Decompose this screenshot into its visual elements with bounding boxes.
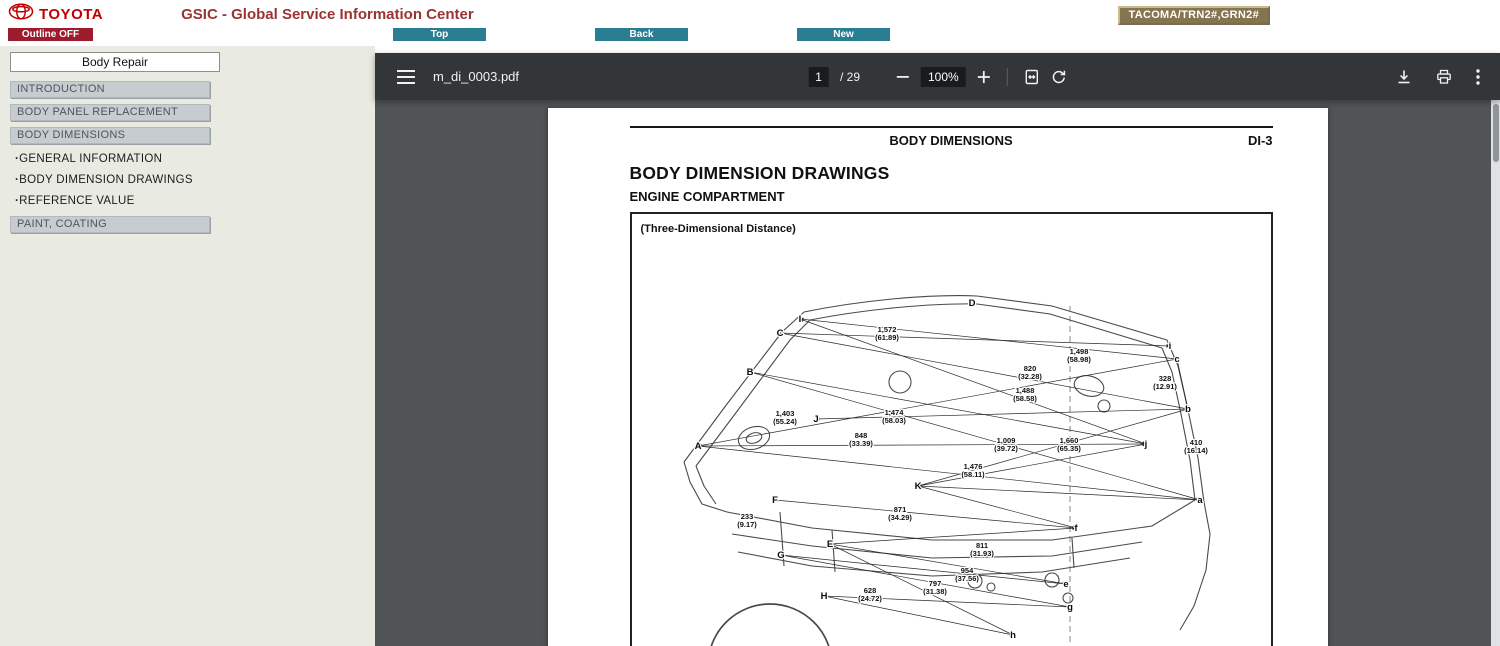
sidebar-item-paint-coating[interactable]: PAINT, COATING [10, 216, 210, 233]
measure-point-label: a [1197, 495, 1203, 506]
dimension-line [799, 317, 1177, 361]
section-subtitle: ENGINE COMPARTMENT [629, 189, 785, 204]
sidebar-item-body-panel-replacement[interactable]: BODY PANEL REPLACEMENT [10, 104, 210, 121]
dimension-label: 1,403 (55.24) [773, 409, 797, 426]
measure-point-label: F [772, 495, 778, 506]
dimension-line [829, 542, 1066, 586]
dimension-label: 811 (31.93) [970, 541, 994, 558]
sidebar-item-body-dimension-drawings[interactable]: BODY DIMENSION DRAWINGS [15, 174, 375, 186]
sidebar-item-general-information[interactable]: GENERAL INFORMATION [15, 153, 375, 165]
fit-to-page-icon[interactable] [1024, 69, 1040, 85]
measure-point-label: D [968, 298, 975, 309]
new-button[interactable]: New [797, 28, 890, 41]
dimension-figure: (Three-Dimensional Distance) 1,572 (61.8… [629, 212, 1273, 646]
toolbar-divider [1006, 67, 1008, 86]
measure-point-label: i [1168, 341, 1171, 352]
dimension-label: 328 (12.91) [1153, 374, 1177, 391]
zoom-level: 100% [921, 66, 966, 87]
dimension-label: 1,009 (39.72) [994, 436, 1018, 453]
toyota-logo-icon [8, 3, 34, 25]
measure-point-label: C [776, 328, 783, 339]
sidebar-title: Body Repair [10, 52, 220, 72]
measure-point-label: h [1010, 630, 1016, 641]
measure-point-label: B [746, 367, 753, 378]
measure-point-label: K [914, 481, 921, 492]
dimension-label: 1,488 (58.58) [1013, 386, 1037, 403]
pdf-canvas: BODY DIMENSIONS DI-3 BODY DIMENSION DRAW… [375, 100, 1500, 646]
dimension-line [917, 485, 1076, 529]
scrollbar-thumb[interactable] [1492, 104, 1499, 162]
measure-point-label: G [777, 550, 784, 561]
brand-wordmark: TOYOTA [39, 5, 104, 23]
page-header-title: BODY DIMENSIONS [889, 133, 1013, 148]
page-header: BODY DIMENSIONS DI-3 [630, 128, 1273, 150]
dimension-label: 410 (16.14) [1184, 438, 1208, 455]
dimension-line [697, 444, 1200, 502]
dimension-line [917, 408, 1188, 487]
measure-point-label: c [1174, 354, 1179, 365]
download-icon[interactable] [1396, 69, 1412, 85]
measure-point-label: H [820, 591, 827, 602]
dimension-label: 848 (33.39) [849, 431, 873, 448]
pdf-page: BODY DIMENSIONS DI-3 BODY DIMENSION DRAW… [547, 108, 1328, 646]
dimension-line [749, 370, 1146, 446]
vehicle-model-badge: TACOMA/TRN2#,GRN2# [1117, 6, 1270, 25]
measure-point-label: I [798, 314, 801, 325]
dimension-label: 1,498 (58.98) [1067, 347, 1091, 364]
measure-point-label: A [694, 441, 701, 452]
dimension-line [917, 442, 1146, 488]
outline-toggle-button[interactable]: Outline OFF [8, 28, 93, 41]
pdf-toolbar: m_di_0003.pdf 1 / 29 100% [375, 53, 1500, 100]
dimension-label: 1,660 (65.35) [1057, 436, 1081, 453]
sidebar-item-body-dimensions[interactable]: BODY DIMENSIONS [10, 127, 210, 144]
app-title: GSIC - Global Service Information Center [181, 5, 474, 23]
zoom-in-icon[interactable] [977, 70, 991, 84]
kebab-menu-icon[interactable] [1476, 68, 1480, 85]
sidebar-item-reference-value[interactable]: REFERENCE VALUE [15, 195, 375, 207]
dimension-label: 1,476 (58.11) [961, 462, 985, 479]
dimension-label: 871 (34.29) [888, 505, 912, 522]
toyota-brand: TOYOTA [8, 3, 103, 25]
measure-point-label: E [826, 539, 832, 550]
dimension-label: 628 (24.72) [858, 586, 882, 603]
page-number-code: DI-3 [1247, 133, 1273, 148]
viewer-top-gap [375, 46, 1500, 53]
hamburger-menu-icon[interactable] [397, 69, 415, 84]
figure-caption: (Three-Dimensional Distance) [640, 223, 796, 235]
sidebar: Body Repair INTRODUCTION BODY PANEL REPL… [0, 46, 375, 646]
pdf-filename: m_di_0003.pdf [433, 69, 520, 84]
dimension-line [774, 498, 1076, 530]
measure-point-label: g [1067, 602, 1073, 613]
measure-point-label: J [813, 414, 818, 425]
zoom-out-icon[interactable] [896, 70, 910, 84]
page-count-label: / 29 [839, 69, 860, 84]
pdf-viewer: m_di_0003.pdf 1 / 29 100% BODY DIMENSION… [375, 46, 1500, 646]
measure-point-label: b [1185, 404, 1191, 415]
measure-point-label: j [1143, 439, 1147, 450]
section-title: BODY DIMENSION DRAWINGS [629, 163, 890, 183]
dimension-label: 1,474 (58.03) [882, 408, 906, 425]
top-header: TOYOTA GSIC - Global Service Information… [0, 0, 1500, 28]
dimension-line [749, 371, 1200, 501]
dimension-line [829, 526, 1076, 546]
print-icon[interactable] [1436, 69, 1452, 85]
dimension-line [799, 318, 1146, 445]
dimension-label: 233 (9.17) [737, 512, 757, 529]
engine-compartment-diagram: 1,572 (61.89) 1,498 (58.98) 820 (32.28) 328 (12… [682, 295, 1211, 646]
dimension-label: 820 (32.28) [1018, 364, 1042, 381]
dimension-line [823, 594, 1013, 637]
dimension-label: 1,572 (61.89) [875, 325, 899, 342]
back-button[interactable]: Back [595, 28, 688, 41]
nav-button-row: Outline OFF Top Back New [0, 28, 1500, 46]
sidebar-item-introduction[interactable]: INTRODUCTION [10, 81, 210, 98]
measure-point-label: f [1074, 523, 1078, 534]
page-number-input[interactable]: 1 [808, 66, 829, 87]
dimension-line [780, 553, 1066, 586]
vertical-scrollbar[interactable] [1491, 100, 1500, 646]
measure-point-label: e [1063, 579, 1068, 590]
top-button[interactable]: Top [393, 28, 486, 41]
rotate-icon[interactable] [1051, 69, 1067, 85]
